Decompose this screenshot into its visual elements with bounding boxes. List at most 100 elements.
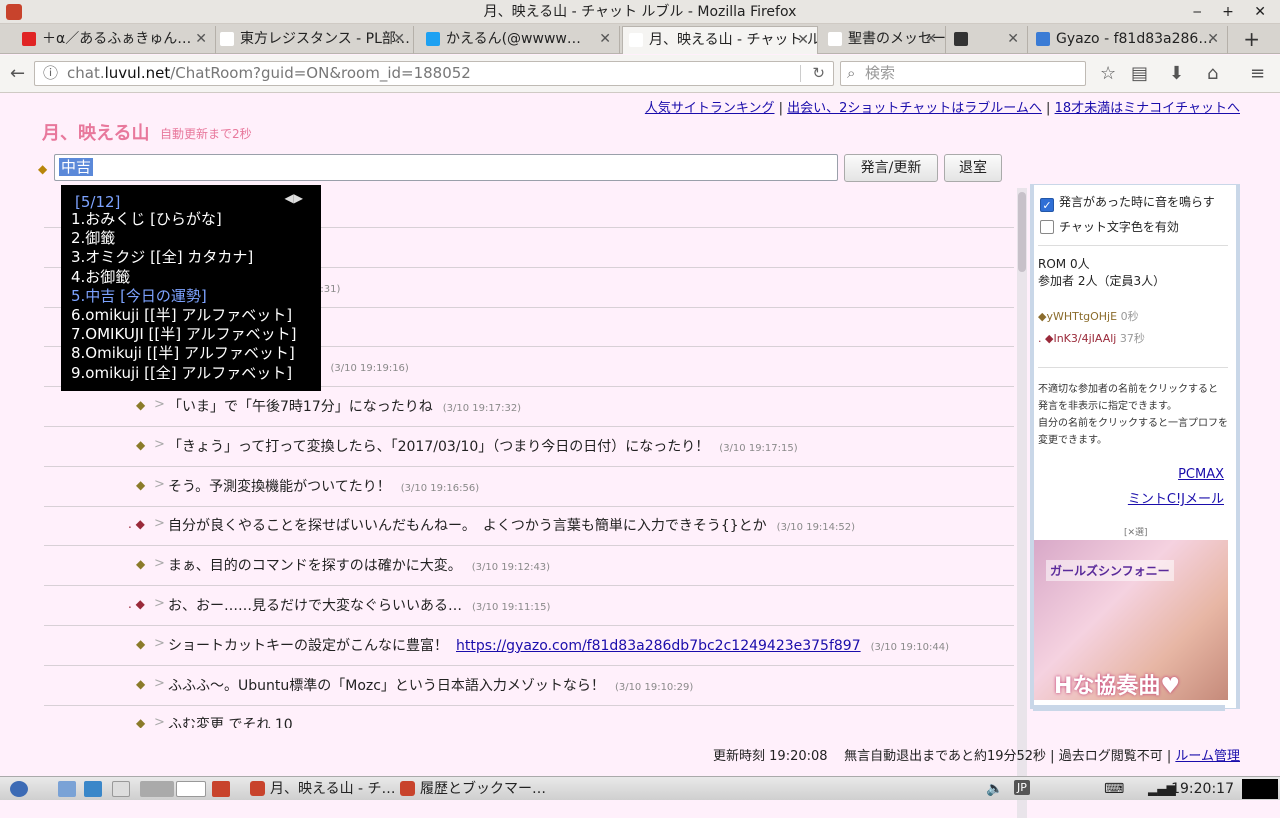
ime-candidate[interactable]: 7.OMIKUJI [[半] アルファベット]: [71, 325, 297, 344]
participant-1[interactable]: ◆yWHTtgOHjE 0秒: [1038, 308, 1139, 324]
site-info-icon[interactable]: ⓘ: [43, 62, 58, 85]
start-menu-icon[interactable]: [10, 781, 28, 797]
speaker-diamond-icon[interactable]: . ◆: [128, 597, 145, 611]
tab-favicon-icon: [1036, 32, 1050, 46]
network-icon[interactable]: [84, 781, 102, 797]
message-timestamp: (3/10 19:19:16): [330, 363, 409, 375]
chat-page: 人気サイトランキング | 出会い、2ショットチャットはラブルームへ | 18才未…: [0, 94, 1280, 818]
ime-candidate[interactable]: 8.Omikuji [[半] アルファベット]: [71, 344, 297, 363]
exit-button[interactable]: 退室: [944, 154, 1002, 182]
tab-close-icon[interactable]: ✕: [195, 26, 207, 52]
tab-close-icon[interactable]: ✕: [599, 26, 611, 52]
tab-2[interactable]: 東方レジスタンス - PL部… ✕: [214, 26, 414, 54]
url-path: /ChatRoom?guid=ON&room_id=188052: [170, 64, 471, 82]
chat-scrollbar[interactable]: [1017, 188, 1027, 818]
tab-1[interactable]: ＋α／あるふぁきゅん… ✕: [16, 26, 216, 54]
tab-close-icon[interactable]: ✕: [1207, 26, 1219, 52]
speaker-diamond-icon[interactable]: ◆: [136, 438, 145, 452]
tab-close-icon[interactable]: ✕: [393, 26, 405, 52]
ime-preedit: 中吉: [59, 158, 94, 176]
workspace-icon[interactable]: [176, 781, 206, 797]
terminal-icon[interactable]: [112, 781, 130, 797]
task-firefox[interactable]: 月、映える山 - チ…: [248, 778, 396, 800]
participant-name[interactable]: ◆yWHTtgOHjE: [1038, 310, 1117, 323]
sound-checkbox[interactable]: ✓: [1040, 198, 1054, 212]
ime-candidate-list: 1.おみくじ [ひらがな] 2.御籤 3.オミクジ [[全] カタカナ] 4.お御籤 5…: [71, 210, 297, 383]
chat-message: . ◆ > お、おー……見るだけで大変なぐらいいある… (3/10 19:11:15): [44, 586, 1014, 626]
desktop-pager-icon[interactable]: [140, 781, 174, 797]
ime-candidate[interactable]: 3.オミクジ [[全] カタカナ]: [71, 248, 297, 267]
speaker-diamond-icon[interactable]: ◆: [136, 677, 145, 691]
speaker-diamond-icon[interactable]: . ◆: [128, 517, 145, 531]
pcmax-link[interactable]: PCMAX: [1178, 467, 1224, 482]
message-link[interactable]: https://gyazo.com/f81d83a286db7bc2c12494…: [456, 638, 861, 654]
participant-2[interactable]: . ◆InK3/4jIAAlj 37秒: [1038, 330, 1145, 346]
ime-candidate[interactable]: 4.お御籤: [71, 268, 297, 287]
tab-3[interactable]: かえるん(@wwww… ✕: [420, 26, 620, 54]
speaker-diamond-icon[interactable]: ◆: [136, 478, 145, 492]
volume-icon[interactable]: 🔈: [986, 778, 1003, 800]
color-option[interactable]: チャット文字色を有効: [1040, 218, 1179, 235]
ime-candidate[interactable]: 5.中吉 [今日の運勢]: [71, 287, 297, 306]
menu-icon[interactable]: ≡: [1250, 63, 1265, 84]
message-input[interactable]: 中吉: [54, 154, 838, 181]
firefox-launcher-icon[interactable]: [212, 781, 230, 797]
mintc-link[interactable]: ミントC!Jメール: [1128, 488, 1224, 507]
ime-candidate[interactable]: 9.omikuji [[全] アルファベット]: [71, 364, 297, 383]
taskbar: 月、映える山 - チ… 履歴とブックマー… 🔈 JP ⌨ ▂▄▆ 19:20:1…: [0, 776, 1280, 800]
file-manager-icon[interactable]: [58, 781, 76, 797]
ime-candidate[interactable]: 6.omikuji [[半] アルファベット]: [71, 306, 297, 325]
color-checkbox[interactable]: [1040, 220, 1054, 234]
window-titlebar: 月、映える山 - チャット ルブル - Mozilla Firefox ‒ + …: [0, 0, 1280, 24]
navigation-toolbar: ← ⓘ chat.luvul.net/ChatRoom?guid=ON&room…: [0, 55, 1280, 93]
message-timestamp: (3/10 19:11:15): [472, 602, 551, 613]
keyboard-icon[interactable]: ⌨: [1104, 778, 1124, 800]
tab-label: ＋α／あるふぁきゅん…: [42, 31, 192, 47]
scrollbar-thumb[interactable]: [1018, 192, 1026, 272]
message-timestamp: (3/10 19:17:32): [442, 403, 522, 414]
ime-page-arrows-icon[interactable]: ◀▶: [285, 191, 303, 205]
window-controls[interactable]: ‒ + ✕: [1193, 0, 1274, 24]
sound-label: 発言があった時に音を鳴らす: [1059, 195, 1215, 209]
speaker-diamond-icon[interactable]: ◆: [136, 716, 145, 728]
new-tab-button[interactable]: +: [1243, 27, 1260, 51]
home-icon[interactable]: ⌂: [1207, 63, 1218, 84]
tab-close-icon[interactable]: ✕: [925, 26, 937, 52]
tab-close-icon[interactable]: ✕: [797, 27, 809, 53]
loveroom-link[interactable]: 出会い、2ショットチャットはラブルームへ: [787, 101, 1042, 116]
auto-exit-countdown: 無言自動退出まであと約19分52秒: [844, 749, 1047, 764]
post-update-button[interactable]: 発言/更新: [844, 154, 938, 182]
bookmark-star-icon[interactable]: ☆: [1100, 63, 1116, 84]
ad-banner[interactable]: ガールズシンフォニー Hな協奏曲♥: [1034, 540, 1228, 700]
tab-6[interactable]: ✕: [948, 26, 1028, 54]
ad-caption: Hな協奏曲♥: [1054, 674, 1181, 699]
speaker-diamond-icon[interactable]: ◆: [136, 398, 145, 412]
tab-7[interactable]: Gyazo - f81d83a286… ✕: [1030, 26, 1228, 54]
ime-indicator[interactable]: JP: [1014, 780, 1030, 795]
ad-close-button[interactable]: [✕選]: [1124, 525, 1148, 538]
download-icon[interactable]: ⬇: [1169, 63, 1184, 84]
tab-5[interactable]: 聖書のメッセージ✕: [822, 26, 946, 54]
ranking-link[interactable]: 人気サイトランキング: [645, 101, 775, 116]
participant-name[interactable]: ◆InK3/4jIAAlj: [1045, 332, 1116, 345]
sidebar-scrollbar[interactable]: [1033, 705, 1225, 711]
reading-list-icon[interactable]: ▤: [1131, 63, 1148, 84]
minakoi-link[interactable]: 18才未満はミナコイチャットへ: [1055, 101, 1240, 116]
ime-candidate[interactable]: 1.おみくじ [ひらがな]: [71, 210, 297, 229]
back-button[interactable]: ←: [10, 63, 25, 84]
search-bar[interactable]: ⌕ 検索: [840, 61, 1086, 86]
tab-4[interactable]: 月、映える山 - チャット ル… ✕: [622, 26, 818, 54]
task-history[interactable]: 履歴とブックマー…: [398, 778, 546, 800]
speaker-diamond-icon[interactable]: ◆: [136, 637, 145, 651]
ime-candidate[interactable]: 2.御籤: [71, 229, 297, 248]
sound-option[interactable]: ✓ 発言があった時に音を鳴らす: [1040, 193, 1215, 212]
update-time: 更新時刻 19:20:08: [713, 749, 828, 764]
room-manage-link[interactable]: ルーム管理: [1175, 749, 1240, 764]
message-text: ふむ変更 でそれ 10: [168, 717, 293, 728]
speaker-diamond-icon[interactable]: ◆: [136, 557, 145, 571]
tab-close-icon[interactable]: ✕: [1007, 26, 1019, 52]
task-label: 月、映える山 - チ…: [270, 781, 396, 797]
url-bar[interactable]: ⓘ chat.luvul.net/ChatRoom?guid=ON&room_i…: [34, 61, 834, 86]
tab-favicon-icon: [828, 32, 842, 46]
reload-button[interactable]: ↻: [812, 62, 825, 85]
